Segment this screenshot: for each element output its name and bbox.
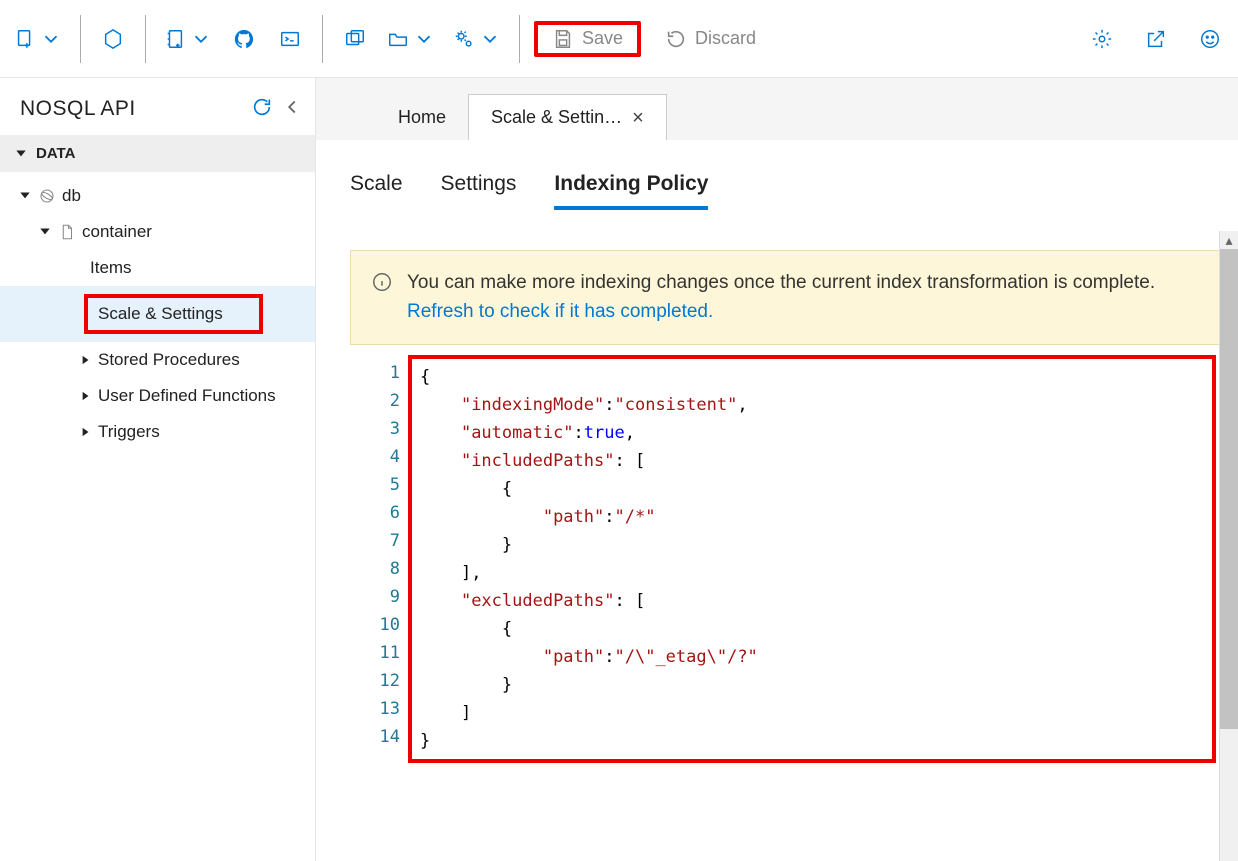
code-editor[interactable]: 1234567891011121314 { "indexingMode": "c… — [356, 351, 1220, 767]
toolbar: Save Discard — [0, 0, 1238, 78]
tab-home[interactable]: Home — [376, 94, 468, 140]
notebook-button[interactable] — [160, 21, 216, 57]
github-button[interactable] — [226, 21, 262, 57]
sidebar: NOSQL API DATA db contai — [0, 78, 316, 861]
subtab-scale[interactable]: Scale — [350, 172, 403, 210]
refresh-icon[interactable] — [251, 96, 273, 121]
tab-scale-settings[interactable]: Scale & Settin… × — [468, 94, 667, 140]
sub-tabs: Scale Settings Indexing Policy — [316, 140, 1232, 210]
close-icon[interactable]: × — [632, 108, 644, 128]
tree-triggers[interactable]: Triggers — [0, 414, 315, 450]
windows-button[interactable] — [337, 21, 373, 57]
open-external-icon[interactable] — [1138, 21, 1174, 57]
main: Home Scale & Settin… × Scale Settings In… — [316, 78, 1238, 861]
scroll-thumb[interactable] — [1220, 249, 1238, 729]
line-gutter: 1234567891011121314 — [360, 355, 408, 763]
tree-stored-procedures[interactable]: Stored Procedures — [0, 342, 315, 378]
save-button[interactable]: Save — [534, 21, 641, 57]
tree-scale-settings[interactable]: Scale & Settings — [0, 286, 315, 342]
subtab-indexing-policy[interactable]: Indexing Policy — [554, 172, 708, 210]
tree-udf[interactable]: User Defined Functions — [0, 378, 315, 414]
tabs-bar: Home Scale & Settin… × — [316, 78, 1238, 140]
new-item-button[interactable] — [10, 21, 66, 57]
synapse-icon[interactable] — [95, 21, 131, 57]
refresh-link[interactable]: Refresh to check if it has completed. — [407, 301, 713, 322]
folder-button[interactable] — [383, 21, 439, 57]
tree-items[interactable]: Items — [0, 250, 315, 286]
scrollbar-vertical[interactable]: ▴ — [1219, 231, 1238, 861]
tree-container[interactable]: container — [0, 214, 315, 250]
gear-icon[interactable] — [1084, 21, 1120, 57]
info-icon — [371, 271, 393, 293]
collapse-icon[interactable] — [281, 96, 303, 121]
discard-label: Discard — [695, 28, 756, 49]
notice-banner: You can make more indexing changes once … — [350, 250, 1220, 345]
section-data[interactable]: DATA — [0, 135, 315, 172]
save-label: Save — [582, 28, 623, 49]
discard-button[interactable]: Discard — [655, 21, 766, 57]
settings-gears-button[interactable] — [449, 21, 505, 57]
tree-db[interactable]: db — [0, 178, 315, 214]
sidebar-title: NOSQL API — [20, 97, 136, 121]
terminal-button[interactable] — [272, 21, 308, 57]
scroll-up-icon[interactable]: ▴ — [1220, 231, 1238, 249]
feedback-icon[interactable] — [1192, 21, 1228, 57]
code-content[interactable]: { "indexingMode": "consistent", "automat… — [412, 359, 1212, 759]
subtab-settings[interactable]: Settings — [441, 172, 517, 210]
